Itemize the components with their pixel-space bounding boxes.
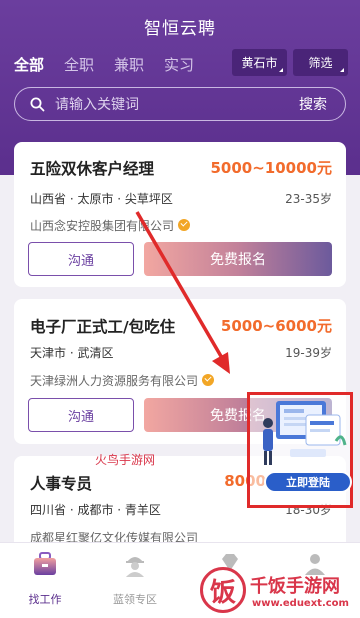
watermark-site-name: 千饭手游网 (250, 576, 340, 597)
filter-label: 筛选 (308, 56, 333, 70)
watermark-url: www.eduext.com (252, 598, 349, 609)
chat-button[interactable]: 沟通 (28, 398, 134, 432)
tab-internship[interactable]: 实习 (164, 54, 194, 75)
job-age: 19-39岁 (285, 346, 332, 360)
apply-button[interactable]: 免费报名 (144, 242, 332, 276)
job-salary: 5000~10000元 (210, 159, 332, 177)
search-input[interactable]: 请输入关键词 (55, 94, 139, 114)
promo-illustration (263, 401, 347, 465)
briefcase-icon (34, 552, 56, 575)
dropdown-corner-icon (340, 68, 344, 72)
watermark-text: 火鸟手游网 (95, 453, 156, 467)
company-name-text: 天津绿洲人力资源服务有限公司 (30, 374, 199, 388)
company-name: 天津绿洲人力资源服务有限公司 (30, 372, 215, 389)
tab-parttime[interactable]: 兼职 (114, 54, 144, 75)
search-icon (30, 97, 45, 112)
job-title: 电子厂正式工/包吃住 (30, 318, 176, 336)
filter-button[interactable]: 筛选 (293, 49, 348, 76)
search-button[interactable]: 搜索 (299, 94, 327, 114)
job-location: 四川省 · 成都市 · 青羊区 (30, 503, 161, 517)
job-card[interactable]: 五险双休客户经理 5000~10000元 山西省 · 太原市 · 尖草坪区 23… (14, 142, 346, 287)
city-selector-button[interactable]: 黄石市 (232, 49, 287, 76)
job-title: 人事专员 (30, 475, 93, 493)
nav-label: 蓝领专区 (113, 593, 157, 606)
job-age: 23-35岁 (285, 192, 332, 206)
verified-icon (178, 219, 191, 231)
tab-fulltime[interactable]: 全职 (64, 54, 94, 75)
nav-item-find-job[interactable]: 找工作 (5, 551, 85, 607)
worker-icon (126, 557, 144, 577)
job-location: 山西省 · 太原市 · 尖草坪区 (30, 192, 173, 206)
app-title: 智恒云聘 (144, 19, 216, 39)
watermark-logo: 饭 (200, 567, 246, 613)
tab-all[interactable]: 全部 (14, 54, 44, 75)
search-bar[interactable]: 请输入关键词 搜索 (14, 87, 346, 121)
job-type-tabs: 全部 全职 兼职 实习 (14, 54, 194, 75)
chat-button[interactable]: 沟通 (28, 242, 134, 276)
verified-icon (202, 374, 215, 386)
nav-item-bluecollar[interactable]: 蓝领专区 (95, 551, 175, 607)
login-button[interactable]: 立即登陆 (264, 471, 352, 493)
nav-label: 找工作 (28, 593, 62, 606)
company-name: 成都星红聚亿文化传媒有限公司 (30, 531, 199, 542)
company-name: 山西念安控股集团有限公司 (30, 217, 191, 234)
job-location: 天津市 · 武清区 (30, 346, 114, 360)
job-salary: 5000~6000元 (220, 317, 332, 335)
city-label: 黄石市 (241, 56, 278, 70)
company-name-text: 山西念安控股集团有限公司 (30, 219, 175, 233)
job-title: 五险双休客户经理 (30, 160, 155, 178)
dropdown-corner-icon (279, 68, 283, 72)
